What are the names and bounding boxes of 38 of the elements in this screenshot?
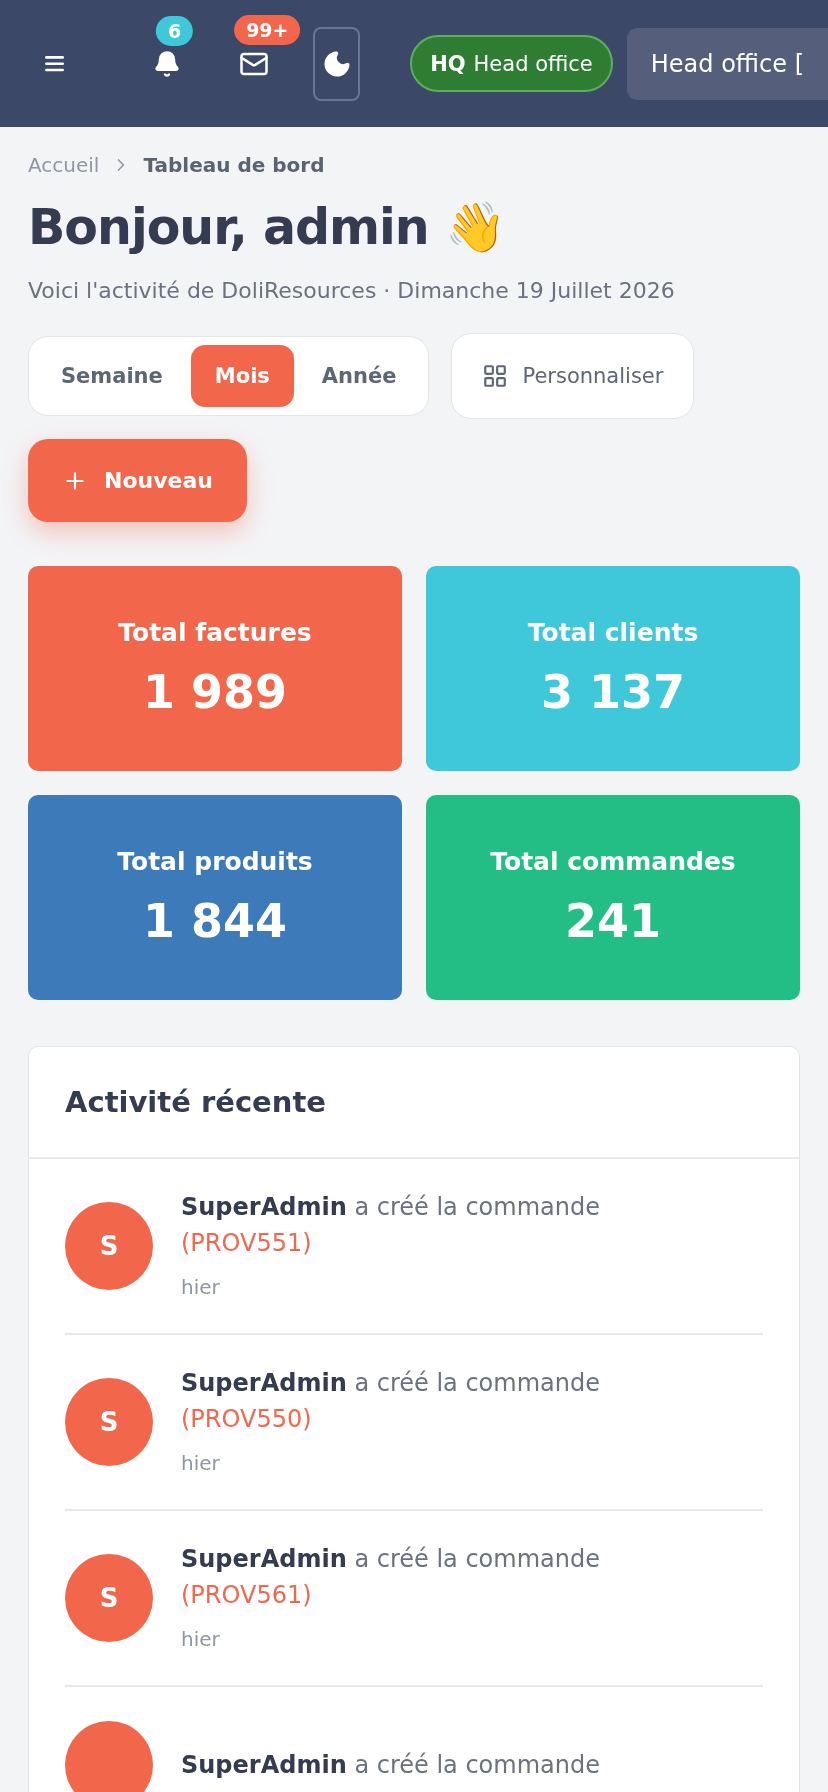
- stat-value: 1 844: [142, 894, 287, 948]
- subtitle: Voici l'activité de DoliResources · Dimanche 19 Juillet 2026: [28, 278, 676, 303]
- bell-icon: [153, 49, 182, 78]
- card-title: Activité récente: [65, 1085, 327, 1119]
- breadcrumb-link[interactable]: Tableau de bord: [143, 153, 325, 177]
- stat-label: Total clients: [527, 618, 699, 647]
- activity-text: SuperAdmin a créé la commande: [181, 1193, 600, 1221]
- stat-label: Total produits: [117, 847, 313, 876]
- avatar: S: [65, 1378, 153, 1466]
- order-link[interactable]: (PROV550): [181, 1405, 600, 1433]
- grid-icon: [482, 363, 509, 389]
- stat-label: Total factures: [118, 618, 312, 647]
- activity-time: hier: [181, 1451, 221, 1475]
- activity-time: hier: [181, 1275, 221, 1299]
- order-link[interactable]: (PROV561): [181, 1581, 600, 1609]
- entity-badge[interactable]: HQ Head office: [410, 35, 613, 92]
- period-tab[interactable]: Mois: [190, 345, 294, 407]
- avatar: S: [65, 1554, 153, 1642]
- dark-mode-button[interactable]: [313, 26, 361, 101]
- stat-value: 1 989: [142, 665, 287, 719]
- new-button[interactable]: Nouveau: [28, 439, 247, 522]
- stat-value: 241: [565, 894, 661, 948]
- notification-count: 6: [155, 15, 194, 46]
- greeting-title: Bonjour, admin 👋: [28, 199, 506, 256]
- order-link[interactable]: (PROV551): [181, 1229, 600, 1257]
- activity-time: hier: [181, 1627, 221, 1651]
- breadcrumb-link[interactable]: Accueil: [28, 153, 100, 177]
- activity-text: SuperAdmin a créé la commande: [181, 1369, 600, 1397]
- period-tab[interactable]: Année: [297, 345, 421, 407]
- avatar: S: [65, 1202, 153, 1290]
- activity-text: SuperAdmin a créé la commande: [181, 1751, 600, 1779]
- stat-label: Total commandes: [490, 847, 736, 876]
- message-count: 99+: [234, 14, 301, 45]
- entity-select[interactable]: Head office [: [626, 27, 828, 100]
- period-tab[interactable]: Semaine: [37, 345, 187, 407]
- activity-text: SuperAdmin a créé la commande: [181, 1545, 600, 1573]
- customize-button[interactable]: Personnaliser: [451, 333, 695, 419]
- stat-value: 3 137: [540, 665, 685, 719]
